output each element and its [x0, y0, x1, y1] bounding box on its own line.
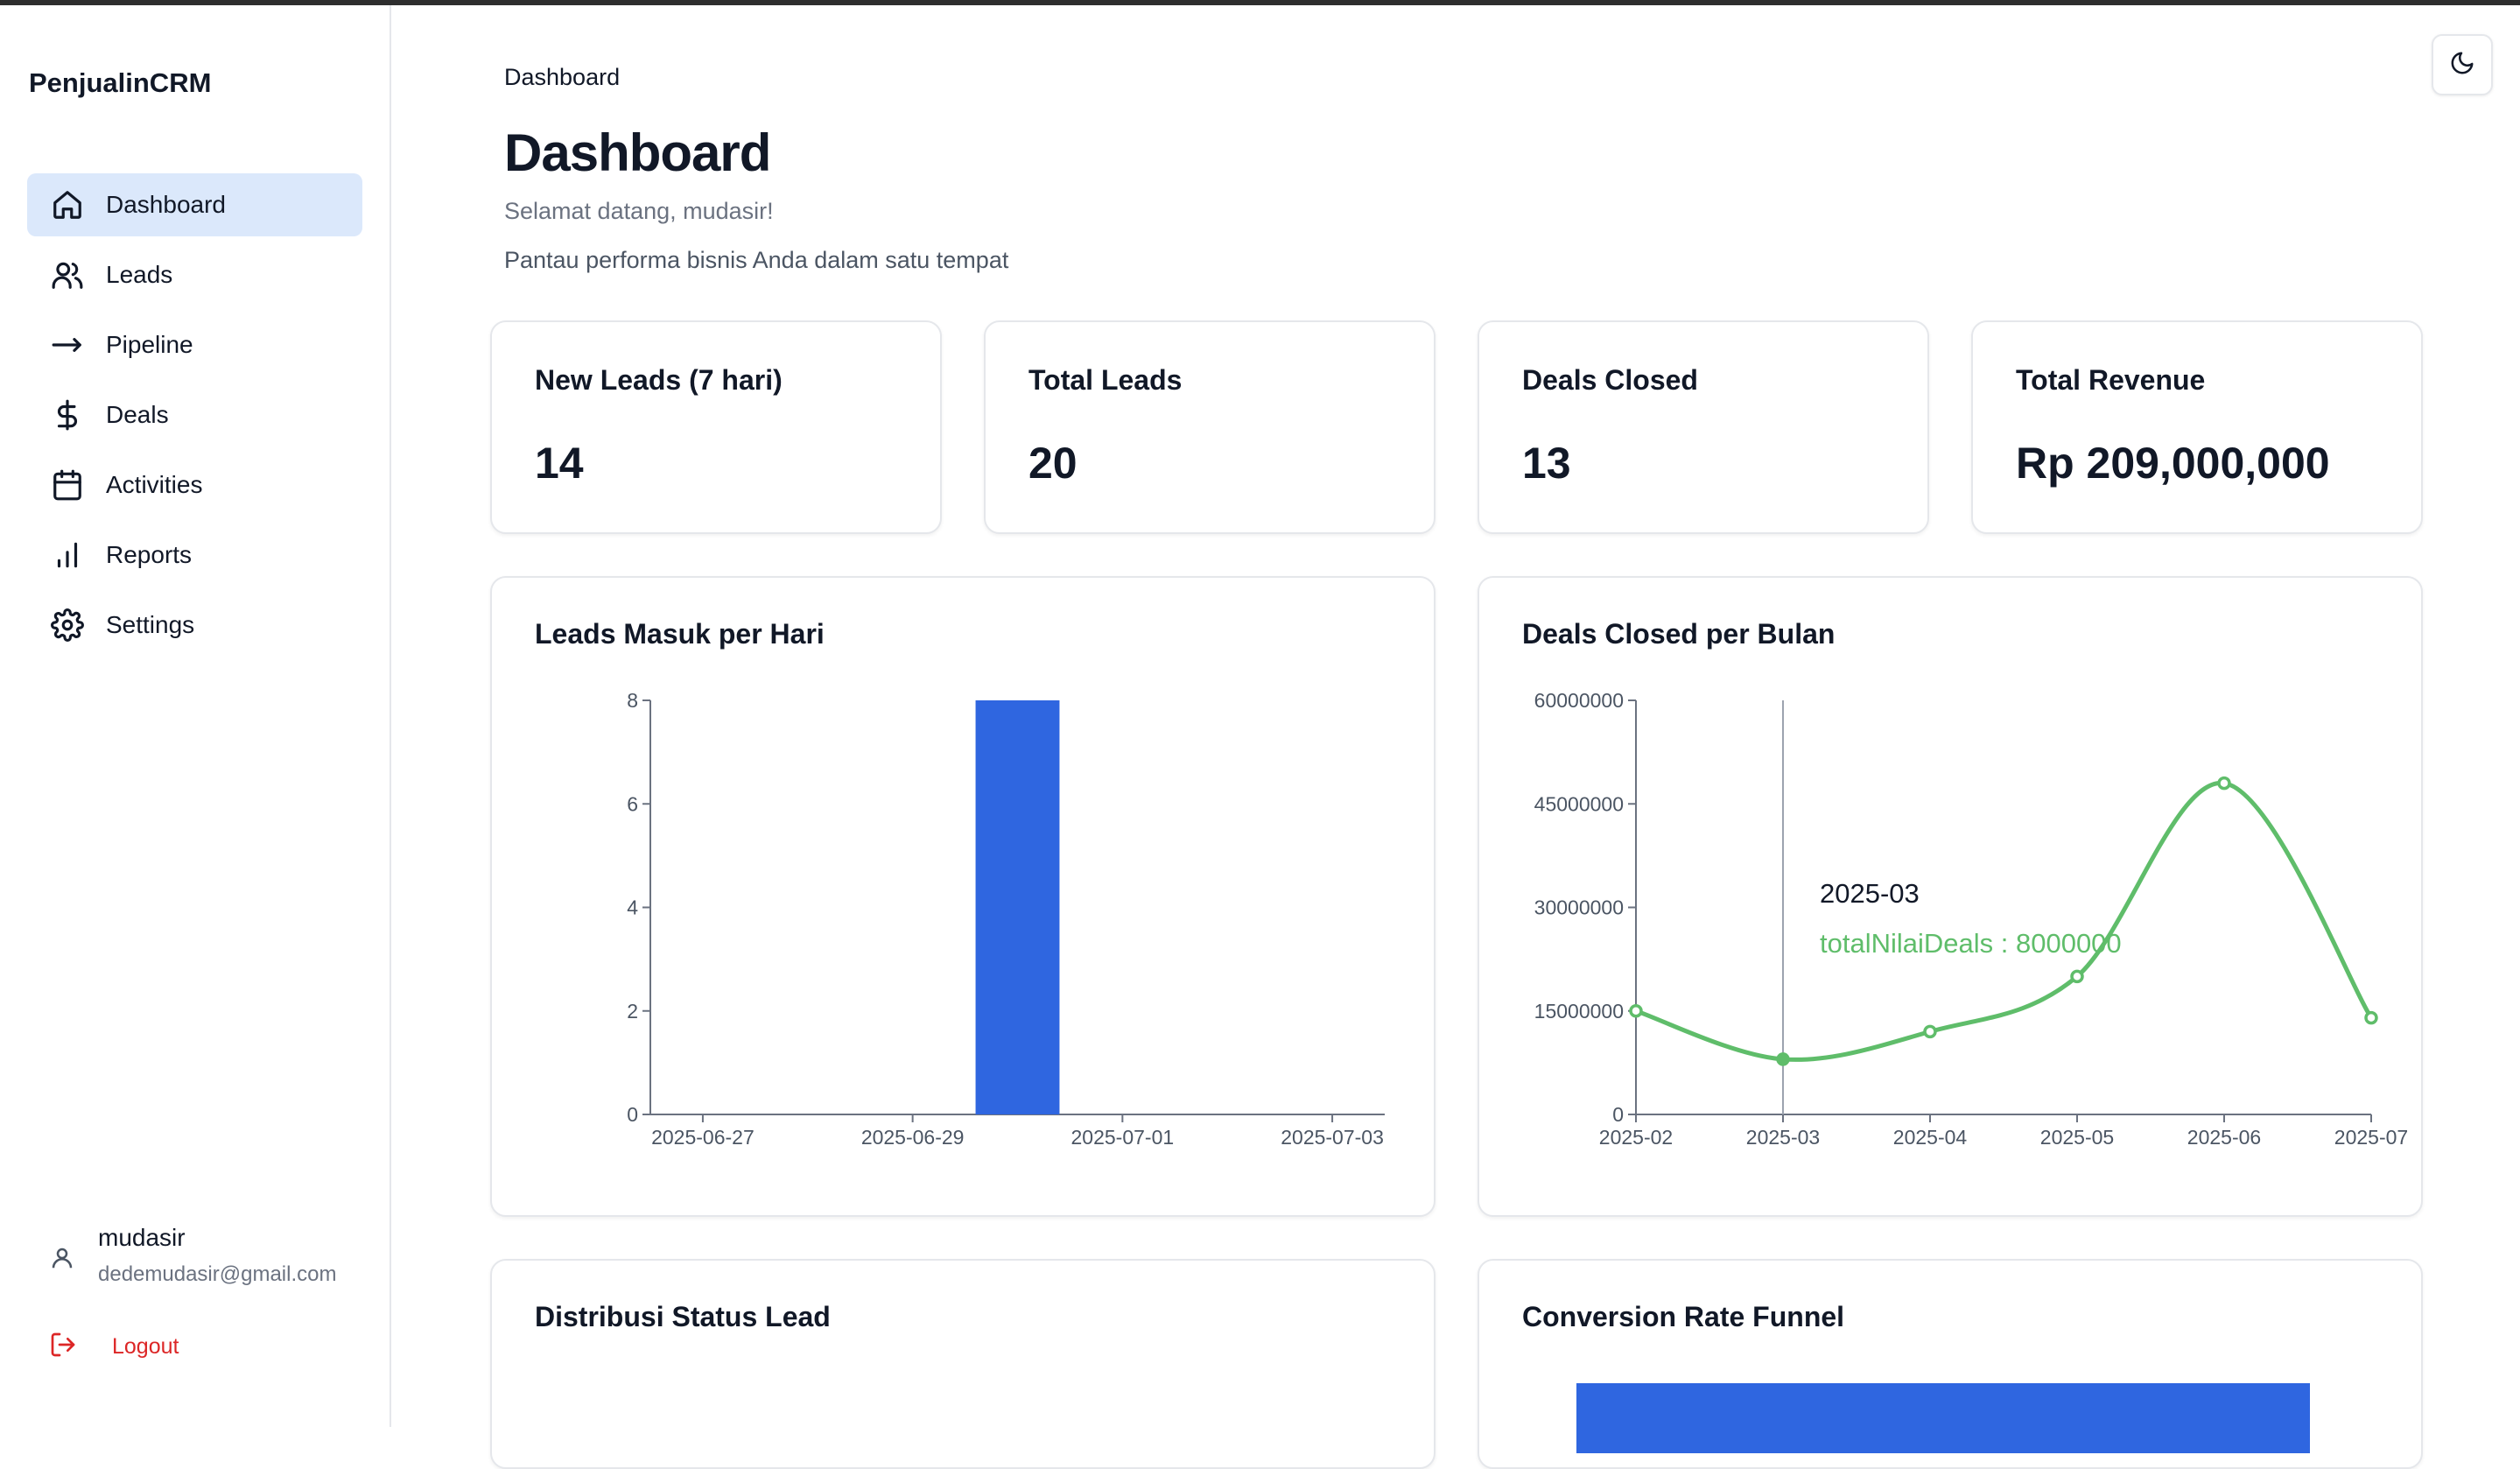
sidebar: PenjualinCRM Dashboard Leads Pipeline De… [0, 5, 391, 1427]
users-icon [50, 257, 85, 292]
stat-label: Deals Closed [1522, 364, 1698, 396]
stat-label: Total Leads [1028, 364, 1183, 396]
sidebar-item-label: Deals [106, 401, 169, 428]
theme-toggle-button[interactable] [2432, 34, 2493, 95]
y-tick-label: 6 [627, 792, 638, 815]
dollar-icon [50, 397, 85, 432]
x-tick-label: 2025-07-01 [1071, 1126, 1175, 1149]
status-distribution-card: Distribusi Status Lead [490, 1259, 1435, 1469]
user-name: mudasir [98, 1224, 186, 1251]
sidebar-item-settings[interactable]: Settings [27, 594, 362, 657]
page-subtitle: Pantau performa bisnis Anda dalam satu t… [504, 247, 1009, 273]
user-icon [49, 1245, 75, 1271]
y-tick-label: 4 [627, 896, 638, 919]
y-tick-label: 45000000 [1534, 792, 1624, 815]
y-tick-label: 0 [627, 1103, 638, 1126]
sidebar-item-label: Activities [106, 471, 203, 498]
sidebar-item-leads[interactable]: Leads [27, 243, 362, 306]
logout-label: Logout [112, 1334, 179, 1359]
stat-label: New Leads (7 hari) [535, 364, 783, 396]
calendar-icon [50, 467, 85, 503]
x-tick-label: 2025-07-03 [1281, 1126, 1384, 1149]
sidebar-item-dashboard[interactable]: Dashboard [27, 173, 362, 236]
data-point-2025-03 [1776, 1052, 1790, 1066]
y-tick-label: 8 [627, 689, 638, 712]
x-tick-label: 2025-07 [2334, 1126, 2408, 1149]
sidebar-item-label: Settings [106, 611, 195, 638]
sidebar-item-pipeline[interactable]: Pipeline [27, 313, 362, 376]
data-point-2025-04 [1923, 1024, 1937, 1039]
stat-value: 13 [1522, 439, 1571, 488]
tooltip-value: totalNilaiDeals : 8000000 [1820, 928, 2122, 959]
stat-label: Total Revenue [2016, 364, 2206, 396]
sidebar-item-label: Reports [106, 541, 193, 568]
y-tick-label: 60000000 [1534, 689, 1624, 712]
welcome-text: Selamat datang, mudasir! [504, 198, 774, 224]
funnel-bar [1576, 1383, 2310, 1453]
breadcrumb[interactable]: Dashboard [504, 64, 620, 91]
x-tick-label: 2025-02 [1599, 1126, 1673, 1149]
sidebar-item-activities[interactable]: Activities [27, 453, 362, 517]
logout-icon [49, 1331, 77, 1363]
user-email: dedemudasir@gmail.com [98, 1262, 337, 1286]
stat-value: 14 [535, 439, 584, 488]
x-tick-label: 2025-06 [2187, 1126, 2261, 1149]
bar-2025-06-30 [975, 700, 1060, 1114]
sidebar-item-label: Dashboard [106, 191, 226, 218]
stat-value: Rp 209,000,000 [2016, 439, 2330, 488]
arrow-right-icon [50, 327, 85, 362]
leads-per-day-card: Leads Masuk per Hari 0 2 4 6 8 2025-06-27 2025… [490, 576, 1435, 1217]
deals-per-month-chart[interactable]: 0 15000000 30000000 45000000 60000000 2025-02… [1479, 578, 2425, 1219]
logout-button[interactable]: Logout [49, 1331, 179, 1363]
y-tick-label: 30000000 [1534, 896, 1624, 919]
x-tick-label: 2025-04 [1893, 1126, 1968, 1149]
gear-icon [50, 608, 85, 643]
y-tick-label: 0 [1612, 1103, 1624, 1126]
sidebar-item-deals[interactable]: Deals [27, 383, 362, 446]
home-icon [50, 187, 85, 222]
sidebar-nav: Dashboard Leads Pipeline Deals Activitie… [27, 173, 362, 664]
data-point-2025-02 [1629, 1004, 1643, 1018]
stat-card-new-leads: New Leads (7 hari) 14 [490, 320, 942, 534]
deals-per-month-card: Deals Closed per Bulan 0 15000000 30000000… [1478, 576, 2423, 1217]
data-point-2025-07 [2364, 1010, 2378, 1025]
x-tick-label: 2025-03 [1746, 1126, 1820, 1149]
stat-value: 20 [1028, 439, 1077, 488]
chart-title: Conversion Rate Funnel [1522, 1301, 1845, 1332]
data-point-2025-06 [2217, 776, 2231, 791]
chart-title: Distribusi Status Lead [535, 1301, 831, 1332]
bar-chart-icon [50, 538, 85, 573]
x-tick-label: 2025-06-29 [861, 1126, 965, 1149]
x-tick-label: 2025-06-27 [651, 1126, 755, 1149]
x-tick-label: 2025-05 [2040, 1126, 2114, 1149]
sidebar-item-label: Leads [106, 261, 173, 288]
data-point-2025-05 [2070, 969, 2084, 984]
y-tick-label: 15000000 [1534, 1000, 1624, 1023]
brand-logo[interactable]: PenjualinCRM [29, 67, 211, 99]
series-line-totalNilaiDeals [1635, 781, 2374, 1062]
tooltip-label: 2025-03 [1820, 878, 1920, 909]
stat-card-total-leads: Total Leads 20 [984, 320, 1435, 534]
stat-card-total-revenue: Total Revenue Rp 209,000,000 [1971, 320, 2423, 534]
sidebar-item-label: Pipeline [106, 331, 193, 358]
page-title: Dashboard [504, 123, 771, 182]
leads-per-day-chart: 0 2 4 6 8 2025-06-27 2025-06-29 2025-07-01 2025-… [627, 689, 1385, 1149]
sidebar-item-reports[interactable]: Reports [27, 524, 362, 587]
funnel-card: Conversion Rate Funnel [1478, 1259, 2423, 1469]
stat-card-deals-closed: Deals Closed 13 [1478, 320, 1929, 534]
y-tick-label: 2 [627, 1000, 638, 1023]
moon-icon [2449, 50, 2475, 81]
